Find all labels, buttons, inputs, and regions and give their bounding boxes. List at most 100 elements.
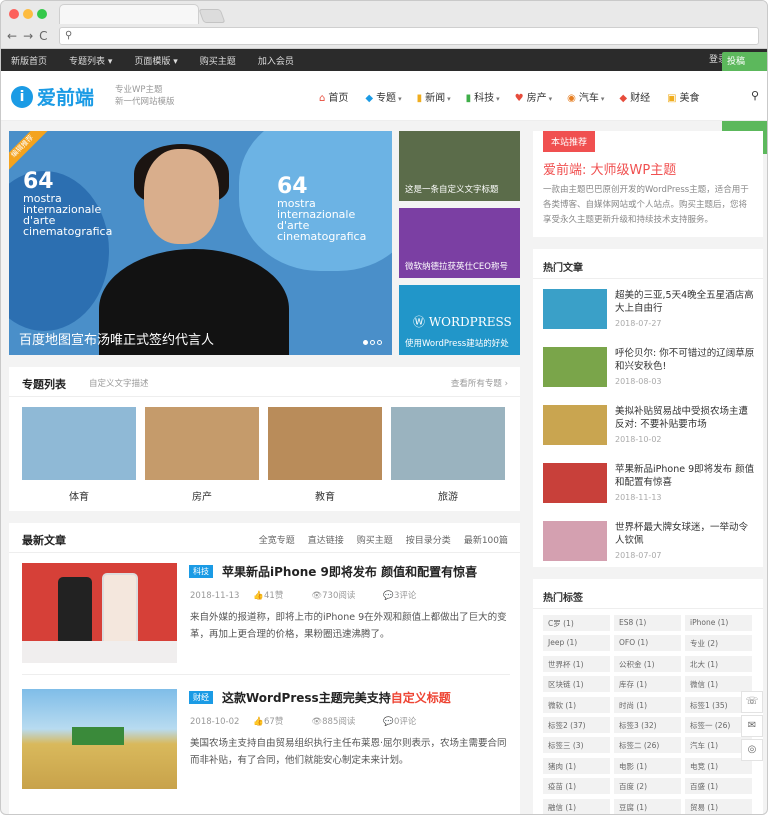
tag-item[interactable]: 标签2 (37) [543, 716, 610, 733]
menu-item[interactable]: ♥ 房产 ▾ [515, 89, 552, 104]
topic-card[interactable]: 房产 [145, 407, 259, 503]
tag-item[interactable]: 贸易 (1) [685, 798, 752, 814]
topic-card[interactable]: 体育 [22, 407, 136, 503]
latest-tab[interactable]: 全宽专题 [259, 536, 295, 546]
menu-item[interactable]: ◉ 汽车 ▾ [567, 89, 604, 104]
hero-thumb[interactable]: Ⓦ WORDPRESS 使用WordPress建站的好处 [399, 285, 520, 355]
menu-item[interactable]: ⌂ 首页 [319, 89, 350, 104]
topic-label[interactable]: 教育 [268, 488, 382, 503]
slider-dots[interactable] [361, 337, 382, 348]
tag-item[interactable]: 世界杯 (1) [543, 655, 610, 672]
hot-post-thumbnail[interactable] [543, 347, 607, 387]
hot-post-thumbnail[interactable] [543, 521, 607, 561]
menu-item[interactable]: ▮ 新闻 ▾ [417, 89, 451, 104]
post-thumbnail[interactable] [22, 563, 177, 663]
tag-item[interactable]: 百度 (2) [614, 778, 681, 795]
wechat-icon[interactable]: ✉ [741, 715, 763, 737]
hot-post-thumbnail[interactable] [543, 289, 607, 329]
tag-item[interactable]: ES8 (1) [614, 615, 681, 631]
tag-item[interactable]: 融信 (1) [543, 798, 610, 814]
address-bar[interactable]: ⚲ [59, 27, 759, 45]
category-badge[interactable]: 财经 [189, 691, 213, 704]
post-item[interactable]: 财经 这款WordPress主题完美支持自定义标题 2018-10-02 👍67赞… [22, 689, 510, 791]
topic-label[interactable]: 房产 [145, 488, 259, 503]
hot-post-item[interactable]: 世界杯最大牌女球迷，一举动令人钦佩 2018-07-07 [543, 521, 758, 565]
topic-image[interactable] [391, 407, 505, 480]
maximize-window-icon[interactable] [37, 9, 47, 19]
topic-image[interactable] [145, 407, 259, 480]
topbar-link-buy[interactable]: 购买主题 [200, 57, 236, 67]
hero-thumb[interactable]: 这是一条自定义文字标题 [399, 131, 520, 201]
menu-item[interactable]: ▣ 美食 [667, 89, 701, 104]
view-all-topics-link[interactable]: 查看所有专题 › [451, 377, 508, 389]
hot-post-item[interactable]: 超美的三亚,5天4晚全五星酒店高大上自由行 2018-07-27 [543, 289, 758, 333]
tag-item[interactable]: 公积金 (1) [614, 655, 681, 672]
tag-item[interactable]: 豆腐 (1) [614, 798, 681, 814]
hot-post-title[interactable]: 超美的三亚,5天4晚全五星酒店高大上自由行 [615, 289, 757, 315]
topbar-link-join[interactable]: 加入会员 [258, 57, 294, 67]
close-window-icon[interactable] [9, 9, 19, 19]
tag-item[interactable]: Jeep (1) [543, 635, 610, 652]
topic-card[interactable]: 旅游 [391, 407, 505, 503]
tag-item[interactable]: 电影 (1) [614, 757, 681, 774]
tag-item[interactable]: OFO (1) [614, 635, 681, 652]
hero-thumb[interactable]: 微软纳德拉获英仕CEO称号 [399, 208, 520, 278]
latest-tab[interactable]: 按目录分类 [406, 536, 451, 546]
hot-post-item[interactable]: 苹果新品iPhone 9即将发布 颜值和配置有惊喜 2018-11-13 [543, 463, 758, 507]
tag-item[interactable]: 北大 (1) [685, 655, 752, 672]
topic-image[interactable] [22, 407, 136, 480]
phone-icon[interactable]: ☏ [741, 691, 763, 713]
post-thumbnail[interactable] [22, 689, 177, 789]
topbar-link-topics[interactable]: 专题列表 ▾ [69, 57, 112, 67]
hot-post-item[interactable]: 呼伦贝尔: 你不可错过的辽阔草原和兴安秋色! 2018-08-03 [543, 347, 758, 391]
latest-tab[interactable]: 直达链接 [308, 536, 344, 546]
tag-item[interactable]: 区块链 (1) [543, 676, 610, 693]
menu-item[interactable]: ◆ 财经 [619, 89, 652, 104]
topbar-link-templates[interactable]: 页面模版 ▾ [134, 57, 177, 67]
latest-tab[interactable]: 购买主题 [357, 536, 393, 546]
weibo-icon[interactable]: ◎ [741, 739, 763, 761]
tag-item[interactable]: 时尚 (1) [614, 696, 681, 713]
tag-item[interactable]: 百盛 (1) [685, 778, 752, 795]
tag-item[interactable]: 标签三 (3) [543, 737, 610, 754]
hot-post-thumbnail[interactable] [543, 463, 607, 503]
tag-item[interactable]: 微信 (1) [685, 676, 752, 693]
menu-item[interactable]: ▮ 科技 ▾ [466, 89, 500, 104]
category-badge[interactable]: 科技 [189, 565, 213, 578]
hot-post-title[interactable]: 世界杯最大牌女球迷，一举动令人钦佩 [615, 521, 757, 547]
minimize-window-icon[interactable] [23, 9, 33, 19]
tag-item[interactable]: C罗 (1) [543, 615, 610, 631]
topic-card[interactable]: 教育 [268, 407, 382, 503]
hero-caption[interactable]: 百度地图宣布汤唯正式签约代言人 [19, 329, 214, 348]
topbar-link-home[interactable]: 新版首页 [11, 57, 47, 67]
hot-post-title[interactable]: 苹果新品iPhone 9即将发布 颜值和配置有惊喜 [615, 463, 757, 489]
forward-icon[interactable]: → [23, 29, 33, 43]
new-tab-button[interactable] [198, 9, 226, 23]
menu-item[interactable]: ◆ 专题 ▾ [365, 89, 401, 104]
tag-item[interactable]: 微软 (1) [543, 696, 610, 713]
hot-post-title[interactable]: 美拟补贴贸易战中受损农场主遭反对: 不要补贴要市场 [615, 405, 757, 431]
post-title[interactable]: 这款WordPress主题完美支持自定义标题 [222, 689, 451, 706]
hot-post-title[interactable]: 呼伦贝尔: 你不可错过的辽阔草原和兴安秋色! [615, 347, 757, 373]
recommend-title[interactable]: 爱前端: 大师级WP主题 [543, 159, 676, 178]
tag-item[interactable]: 专业 (2) [685, 635, 752, 652]
topic-label[interactable]: 体育 [22, 488, 136, 503]
topic-label[interactable]: 旅游 [391, 488, 505, 503]
tag-item[interactable]: 疫苗 (1) [543, 778, 610, 795]
tag-item[interactable]: iPhone (1) [685, 615, 752, 631]
tag-item[interactable]: 库存 (1) [614, 676, 681, 693]
browser-tab[interactable] [59, 4, 199, 24]
latest-tab[interactable]: 最新100篇 [464, 536, 508, 546]
tag-item[interactable]: 标签二 (26) [614, 737, 681, 754]
reload-icon[interactable]: C [39, 29, 47, 43]
tag-item[interactable]: 猪肉 (1) [543, 757, 610, 774]
tag-item[interactable]: 标签3 (32) [614, 716, 681, 733]
hero-slide[interactable]: 64 mostra internazionale d'arte cinematogra… [9, 131, 392, 355]
post-title[interactable]: 苹果新品iPhone 9即将发布 颜值和配置有惊喜 [222, 563, 477, 580]
site-search-icon[interactable]: ⚲ [751, 89, 759, 102]
post-item[interactable]: 科技 苹果新品iPhone 9即将发布 颜值和配置有惊喜 2018-11-13 👍… [22, 563, 510, 665]
back-icon[interactable]: ← [7, 29, 17, 43]
topic-image[interactable] [268, 407, 382, 480]
hot-post-item[interactable]: 美拟补贴贸易战中受损农场主遭反对: 不要补贴要市场 2018-10-02 [543, 405, 758, 449]
site-logo[interactable]: i 爱前端 [11, 83, 94, 110]
